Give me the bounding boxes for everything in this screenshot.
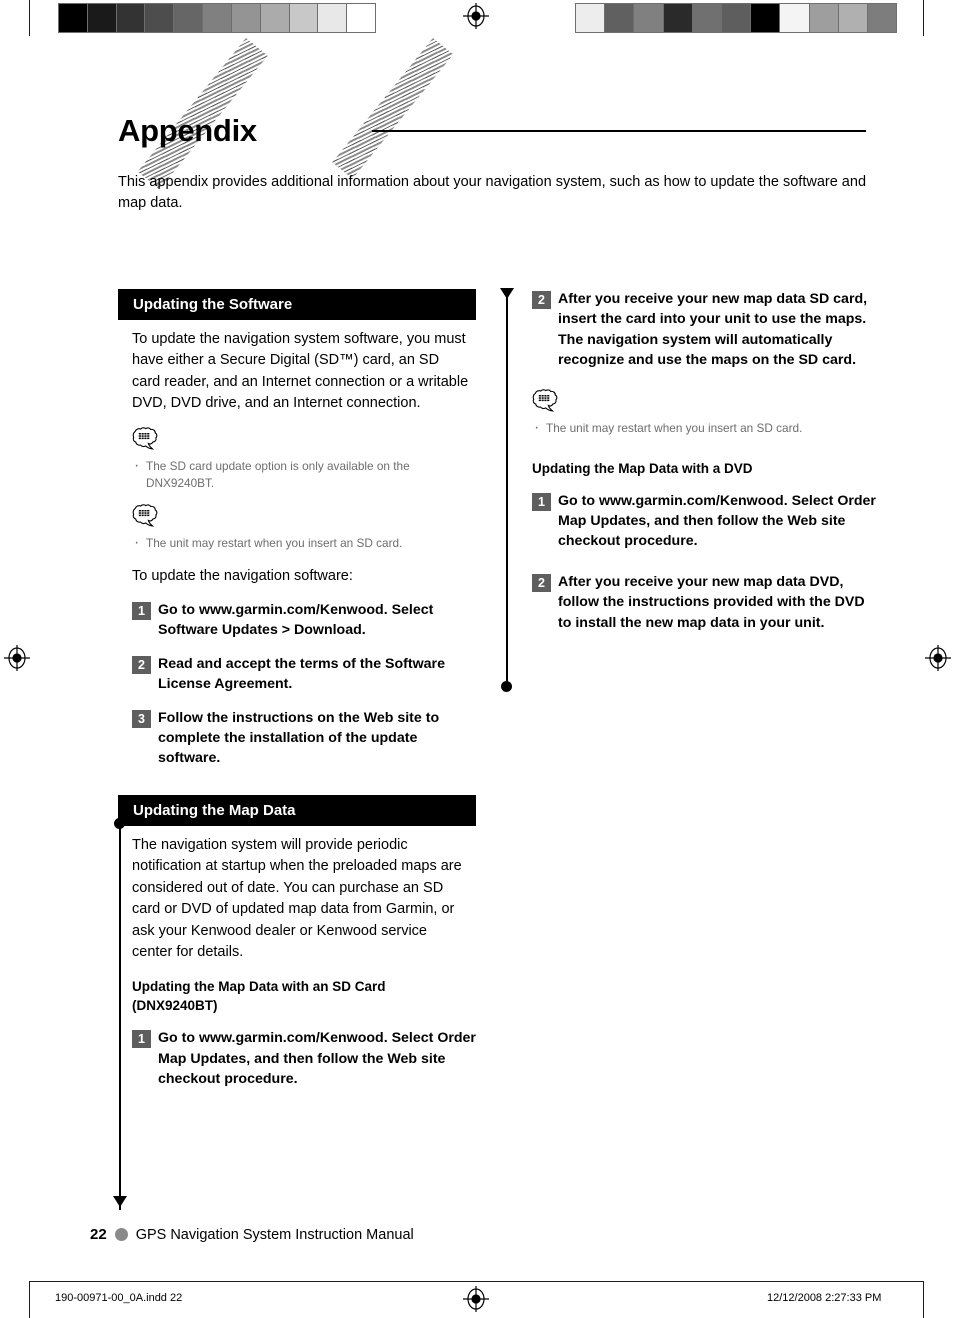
calibration-swatch	[576, 4, 606, 32]
step-number-badge: 1	[532, 492, 551, 511]
note-list: The unit may restart when you insert an …	[132, 534, 476, 552]
step-number-badge: 2	[532, 573, 551, 592]
right-column: 2 After you receive your new map data SD…	[518, 289, 876, 633]
calibration-swatch	[318, 4, 348, 32]
step-number-badge: 3	[132, 709, 151, 728]
calibration-swatch	[347, 4, 375, 32]
registration-target-icon	[463, 3, 489, 29]
flow-guide-arrow-down-icon	[500, 288, 514, 299]
step-number-badge: 1	[132, 1030, 151, 1049]
step-item: 1 Go to www.garmin.com/Kenwood. Select S…	[132, 600, 476, 641]
calibration-swatch	[289, 4, 319, 32]
step-text: Follow the instructions on the Web site …	[158, 709, 440, 767]
step-text: Read and accept the terms of the Softwar…	[158, 655, 445, 693]
step-text: After you receive your new map data DVD,…	[558, 573, 865, 631]
footer-dot-separator	[114, 1228, 128, 1241]
print-file-name: 190-00971-00_0A.indd 22	[55, 1292, 183, 1304]
calibration-swatch	[721, 4, 752, 32]
calibration-strip-left	[58, 3, 376, 33]
page-title: Appendix	[118, 112, 257, 148]
step-text: Go to www.garmin.com/Kenwood. Select Ord…	[158, 1030, 476, 1088]
calibration-swatch	[59, 4, 88, 32]
step-number-badge: 2	[532, 291, 551, 309]
calibration-swatch	[809, 4, 839, 32]
calibration-strip-right	[575, 3, 897, 33]
note-list: The SD card update option is only availa…	[132, 457, 476, 492]
section2-paragraph: The navigation system will provide perio…	[132, 836, 462, 960]
calibration-swatch	[87, 4, 117, 32]
step-item: 2 Read and accept the terms of the Softw…	[132, 654, 476, 695]
calibration-swatch	[116, 4, 146, 32]
step-item: 2 After you receive your new map data DV…	[532, 572, 876, 633]
calibration-swatch	[174, 4, 204, 32]
note-bubble-icon	[132, 426, 476, 456]
flow-guide-dot	[501, 681, 512, 692]
page-footer: 22 GPS Navigation System Instruction Man…	[90, 1226, 414, 1243]
step-number-badge: 1	[132, 602, 151, 621]
note-list: The unit may restart when you insert an …	[532, 419, 876, 437]
note-item: The unit may restart when you insert an …	[532, 419, 876, 437]
calibration-swatch	[634, 4, 664, 32]
calibration-swatch	[145, 4, 175, 32]
print-timestamp: 12/12/2008 2:27:33 PM	[767, 1292, 882, 1304]
crop-mark	[923, 0, 924, 36]
step-item: 3 Follow the instructions on the Web sit…	[132, 708, 476, 769]
calibration-swatch	[605, 4, 635, 32]
step-item: 1 Go to www.garmin.com/Kenwood. Select O…	[132, 1028, 476, 1089]
step-item: 1 Go to www.garmin.com/Kenwood. Select O…	[532, 491, 876, 552]
footer-page-number: 22	[90, 1226, 107, 1243]
intro-paragraph: This appendix provides additional inform…	[118, 173, 867, 211]
title-rule	[372, 130, 866, 132]
step-text: Go to www.garmin.com/Kenwood. Select Ord…	[558, 492, 876, 550]
footer-rule	[29, 1281, 924, 1282]
step-text: Go to www.garmin.com/Kenwood. Select Sof…	[158, 602, 434, 639]
step-item: 2 After you receive your new map data SD…	[532, 289, 876, 371]
calibration-swatch	[780, 4, 810, 32]
decorative-diagonal-band	[332, 38, 454, 179]
registration-target-icon	[925, 645, 951, 671]
note-callout-2: The unit may restart when you insert an …	[132, 503, 476, 552]
step-text: After you receive your new map data SD c…	[558, 291, 868, 369]
subheading-map-data-dvd: Updating the Map Data with a DVD	[532, 460, 753, 476]
calibration-swatch	[692, 4, 722, 32]
note-callout-3: The unit may restart when you insert an …	[532, 388, 876, 437]
calibration-swatch	[751, 4, 781, 32]
subheading-map-data-sd-card: Updating the Map Data with an SD Card (D…	[132, 979, 386, 1014]
note-callout-1: The SD card update option is only availa…	[132, 426, 476, 492]
calibration-swatch	[663, 4, 693, 32]
calibration-swatch	[203, 4, 232, 32]
note-item: The unit may restart when you insert an …	[132, 534, 476, 552]
footer-manual-title: GPS Navigation System Instruction Manual	[135, 1226, 414, 1243]
calibration-swatch	[260, 4, 290, 32]
calibration-swatch	[838, 4, 868, 32]
note-item: The SD card update option is only availa…	[132, 457, 476, 492]
section-heading-updating-the-software: Updating the Software	[118, 289, 476, 320]
note-bubble-icon	[532, 388, 876, 418]
calibration-swatch	[231, 4, 261, 32]
section1-lead-in: To update the navigation software:	[132, 567, 353, 584]
crop-mark	[29, 0, 30, 36]
step-number-badge: 2	[132, 655, 151, 674]
left-column: Updating the Software To update the navi…	[118, 289, 476, 1090]
section1-paragraph: To update the navigation system software…	[132, 331, 469, 412]
section-heading-updating-the-map-data: Updating the Map Data	[118, 794, 476, 826]
flow-guide-arrow-down-icon	[113, 1196, 127, 1207]
registration-target-icon	[4, 645, 30, 671]
calibration-swatch	[867, 4, 897, 32]
crop-mark	[29, 1282, 30, 1318]
note-bubble-icon	[132, 503, 476, 533]
registration-target-icon	[463, 1286, 489, 1312]
crop-mark	[923, 1282, 924, 1318]
flow-guide-line-right	[506, 292, 508, 687]
